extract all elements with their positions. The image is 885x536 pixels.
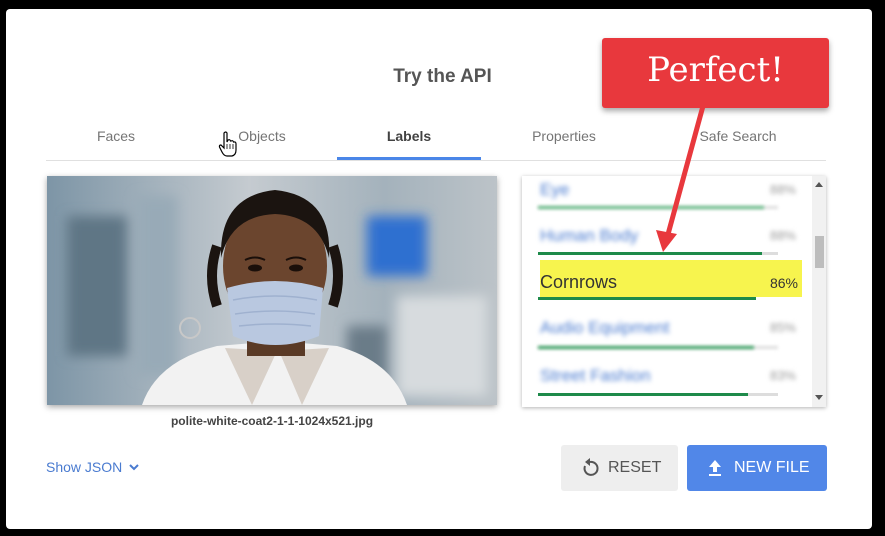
callout-box: Perfect! bbox=[602, 38, 829, 108]
label-name: Street Fashion bbox=[540, 366, 651, 385]
tab-labels[interactable]: Labels bbox=[337, 118, 481, 160]
scroll-down-icon[interactable] bbox=[815, 395, 823, 400]
new-file-label: NEW FILE bbox=[734, 459, 810, 476]
tab-properties[interactable]: Properties bbox=[492, 118, 636, 160]
callout-text: Perfect! bbox=[647, 50, 784, 90]
label-percent: 83% bbox=[769, 368, 796, 383]
reset-label: RESET bbox=[608, 459, 662, 476]
label-percent: 86% bbox=[769, 275, 798, 291]
reset-icon bbox=[583, 458, 599, 476]
reset-button[interactable]: RESET bbox=[561, 445, 678, 491]
scroll-up-icon[interactable] bbox=[815, 182, 823, 187]
label-percent: 88% bbox=[769, 182, 796, 197]
label-name: Human Body bbox=[540, 226, 639, 245]
label-name: Audio Equipment bbox=[540, 318, 670, 337]
hand-cursor-icon bbox=[218, 131, 237, 157]
score-bar bbox=[538, 297, 756, 300]
show-json-link[interactable]: Show JSON bbox=[46, 459, 140, 475]
tab-objects[interactable]: Objects bbox=[192, 118, 332, 160]
scrollbar[interactable] bbox=[812, 176, 826, 407]
list-item: Street Fashion 83% bbox=[536, 364, 796, 407]
label-percent: 85% bbox=[769, 320, 796, 335]
highlighted-label-row: Cornrows 86% bbox=[540, 260, 802, 297]
new-file-button[interactable]: NEW FILE bbox=[687, 445, 827, 491]
uploaded-image bbox=[47, 176, 497, 405]
upload-icon bbox=[709, 460, 721, 476]
score-bar bbox=[538, 393, 748, 396]
tab-faces[interactable]: Faces bbox=[46, 118, 186, 160]
label-percent: 88% bbox=[769, 228, 796, 243]
score-bar bbox=[538, 346, 754, 349]
list-item: Audio Equipment 85% bbox=[536, 316, 796, 362]
image-filename: polite-white-coat2-1-1-1024x521.jpg bbox=[170, 414, 374, 428]
callout-arrow-icon bbox=[656, 105, 706, 252]
label-name: Cornrows bbox=[540, 272, 618, 292]
label-name: Eye bbox=[540, 180, 570, 199]
chevron-down-icon bbox=[129, 464, 139, 471]
scrollbar-thumb[interactable] bbox=[815, 236, 824, 268]
show-json-label: Show JSON bbox=[46, 459, 123, 475]
